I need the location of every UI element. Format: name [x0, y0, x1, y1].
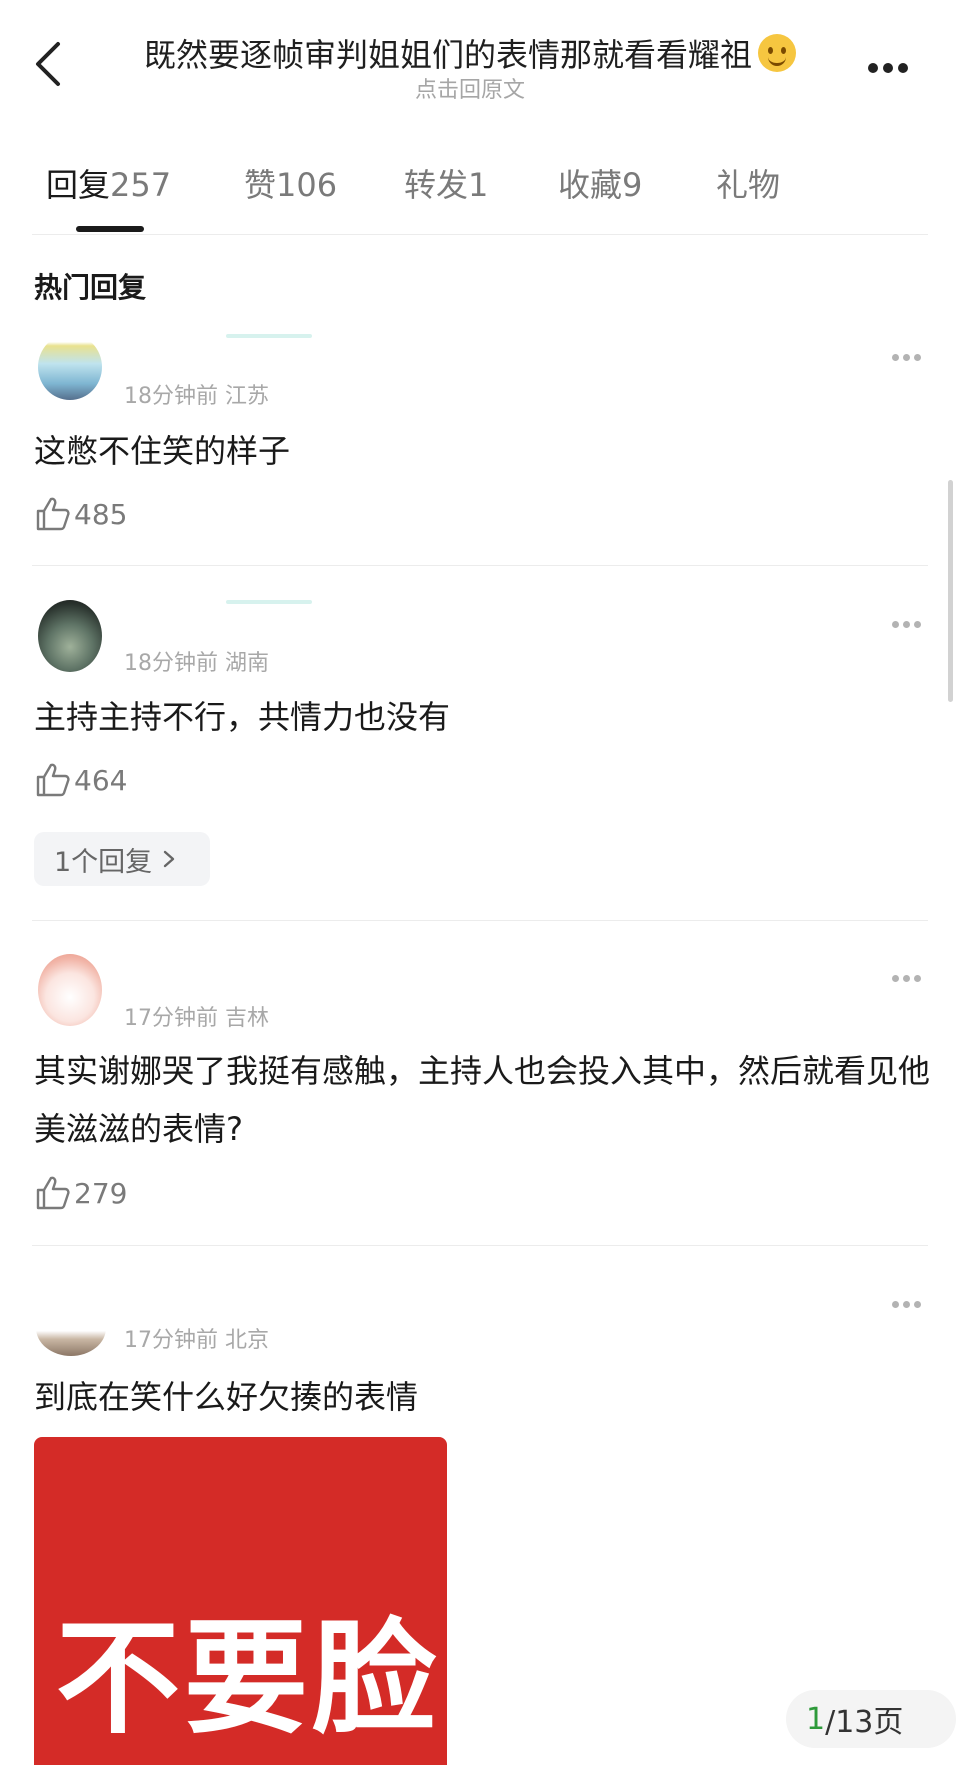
back-chevron-icon: [36, 42, 60, 86]
more-dot-icon: [914, 1301, 921, 1308]
tab-replies-label: 回复: [46, 166, 111, 204]
sticker-text: 不要脸: [56, 1607, 441, 1751]
smiley-emoji-icon: [758, 34, 796, 72]
active-tab-indicator: [76, 226, 144, 232]
thumbs-up-icon: [36, 497, 70, 531]
comment-meta: 18分钟前 江苏: [124, 384, 269, 409]
avatar[interactable]: [38, 954, 102, 1026]
username-redacted: [226, 334, 312, 338]
comment-image-sticker[interactable]: 不要脸: [34, 1437, 447, 1765]
tab-favorites[interactable]: 收藏9: [558, 160, 642, 206]
comment-divider: [32, 920, 928, 921]
tab-likes[interactable]: 赞106: [244, 160, 337, 206]
more-dot-icon: [892, 1301, 899, 1308]
page-indicator[interactable]: 1/13页: [786, 1690, 956, 1748]
tab-likes-count: 106: [276, 166, 338, 204]
tab-favorites-count: 9: [622, 166, 643, 204]
more-dot-icon: [892, 621, 899, 628]
comment-more-button[interactable]: [892, 967, 928, 982]
more-dot-icon: [868, 63, 878, 73]
tab-replies[interactable]: 回复257: [46, 160, 171, 206]
avatar[interactable]: [38, 334, 102, 400]
tab-gifts[interactable]: 礼物: [716, 160, 780, 206]
tabs-divider: [32, 234, 928, 235]
like-count: 485: [74, 497, 128, 531]
more-dot-icon: [914, 975, 921, 982]
more-dot-icon: [892, 354, 899, 361]
comment-more-button[interactable]: [892, 613, 928, 628]
tab-replies-count: 257: [110, 166, 172, 204]
tab-reposts-label: 转发: [404, 166, 469, 204]
scrollbar[interactable]: [948, 480, 953, 702]
more-dot-icon: [903, 975, 910, 982]
hot-replies-heading: 热门回复: [34, 271, 147, 304]
comment-text: 这憋不住笑的样子: [34, 432, 291, 470]
tab-bar: 回复257 赞106 转发1 收藏9 礼物: [46, 160, 826, 210]
tab-favorites-label: 收藏: [558, 166, 623, 204]
more-dot-icon: [903, 621, 910, 628]
more-options-button[interactable]: [868, 58, 920, 73]
thumbs-up-icon: [36, 763, 70, 797]
more-dot-icon: [883, 63, 893, 73]
tab-gifts-label: 礼物: [716, 166, 781, 204]
like-button[interactable]: 279: [34, 1175, 127, 1211]
post-title-text: 既然要逐帧审判姐姐们的表情那就看看耀祖: [143, 36, 752, 74]
more-dot-icon: [898, 63, 908, 73]
tab-reposts-count: 1: [468, 166, 489, 204]
comment-text: 主持主持不行，共情力也没有: [34, 698, 451, 736]
thumbs-up-icon: [36, 1176, 70, 1210]
back-to-original-link[interactable]: 点击回原文: [110, 72, 830, 104]
post-title[interactable]: 既然要逐帧审判姐姐们的表情那就看看耀祖: [110, 30, 830, 76]
avatar[interactable]: [38, 600, 102, 672]
like-count: 279: [74, 1176, 128, 1210]
comment-meta: 17分钟前 吉林: [124, 1006, 269, 1031]
comment-meta: 18分钟前 湖南: [124, 651, 269, 676]
comment-divider: [32, 1245, 928, 1246]
like-button[interactable]: 464: [34, 762, 127, 798]
view-replies-label: 1个回复: [54, 846, 153, 878]
more-dot-icon: [892, 975, 899, 982]
username-redacted: [226, 600, 312, 604]
more-dot-icon: [914, 354, 921, 361]
comment-more-button[interactable]: [892, 1293, 928, 1308]
comment-meta: 17分钟前 北京: [124, 1328, 269, 1353]
back-button[interactable]: [30, 36, 70, 92]
tab-reposts[interactable]: 转发1: [404, 160, 488, 206]
current-page: 1: [806, 1701, 826, 1737]
chevron-right-icon: [163, 850, 175, 868]
more-dot-icon: [903, 1301, 910, 1308]
comment-text: 其实谢娜哭了我挺有感触，主持人也会投入其中，然后就看见他美滋滋的表情?: [34, 1052, 931, 1148]
comment-divider: [32, 565, 928, 566]
comment-text: 到底在笑什么好欠揍的表情: [34, 1378, 419, 1416]
view-replies-button[interactable]: 1个回复: [34, 832, 210, 886]
like-count: 464: [74, 763, 128, 797]
avatar[interactable]: [36, 1300, 106, 1356]
tab-likes-label: 赞: [244, 166, 277, 204]
more-dot-icon: [903, 354, 910, 361]
more-dot-icon: [914, 621, 921, 628]
like-button[interactable]: 485: [34, 496, 127, 532]
total-pages: /13页: [825, 1705, 904, 1740]
comment-more-button[interactable]: [892, 346, 928, 361]
